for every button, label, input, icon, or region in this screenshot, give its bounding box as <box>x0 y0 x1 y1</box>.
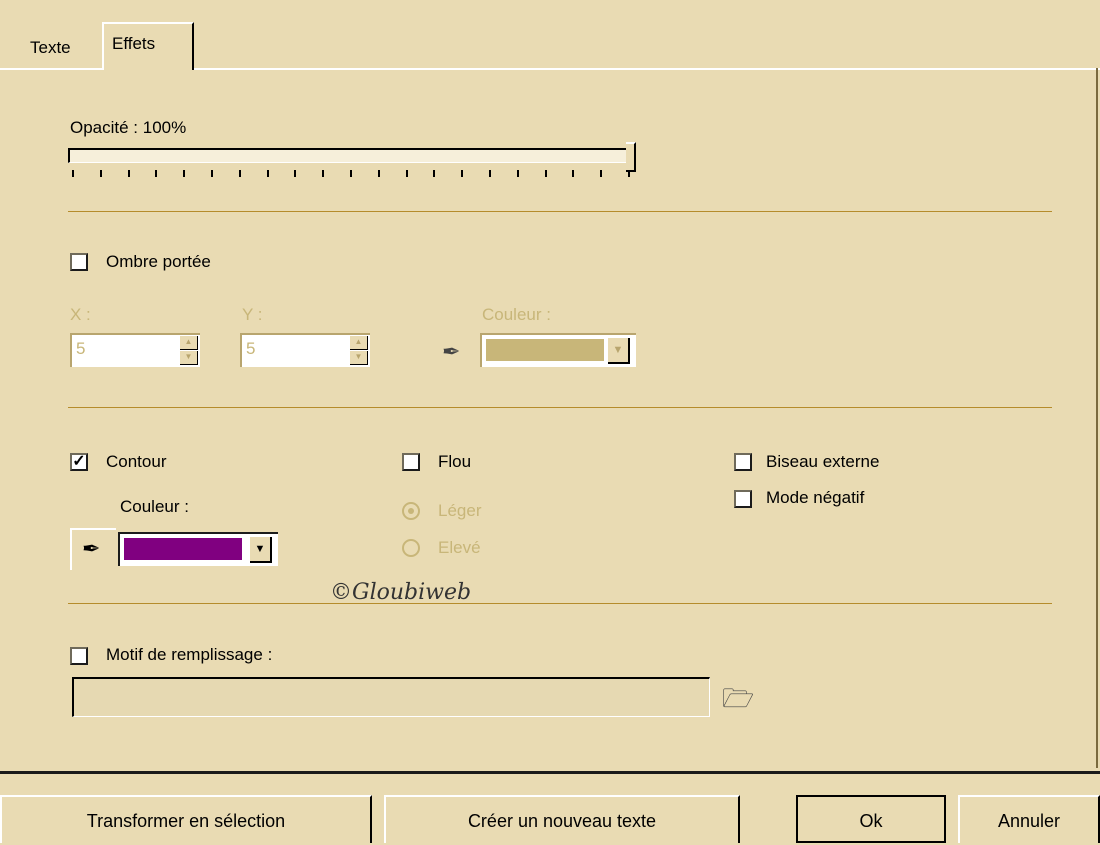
slider-tick <box>572 170 575 177</box>
shadow-y-spinner[interactable]: 5 ▲ ▼ <box>240 333 370 367</box>
blur-light-radio[interactable] <box>402 502 420 520</box>
shadow-y-down-arrow-icon[interactable]: ▼ <box>350 351 368 365</box>
drop-shadow-label: Ombre portée <box>106 252 211 271</box>
slider-tick <box>544 170 547 177</box>
slider-tick <box>600 170 603 177</box>
slider-tick <box>628 170 630 177</box>
blur-light-label: Léger <box>438 501 482 520</box>
contour-eyedropper-icon: ✒ <box>82 536 101 561</box>
shadow-y-up-arrow-icon[interactable]: ▲ <box>350 336 368 350</box>
contour-checkbox[interactable]: ✓ <box>70 453 88 471</box>
tab-texte[interactable]: Texte <box>22 30 106 68</box>
folder-open-icon[interactable]: 🗁 <box>722 680 754 724</box>
slider-tick <box>183 170 186 177</box>
separator <box>68 603 1052 604</box>
slider-tick <box>155 170 158 177</box>
panel-border <box>1096 68 1098 768</box>
shadow-x-value: 5 <box>76 339 86 358</box>
negative-mode-label: Mode négatif <box>766 488 865 507</box>
contour-eyedropper-button[interactable]: ✒ <box>70 528 116 570</box>
slider-tick <box>266 170 269 177</box>
contour-color-dropdown-icon[interactable]: ▼ <box>250 537 272 563</box>
opacity-slider-track[interactable] <box>68 148 636 163</box>
bevel-checkbox[interactable] <box>734 453 752 471</box>
shadow-y-label: Y : <box>242 305 263 324</box>
drop-shadow-checkbox[interactable] <box>70 253 88 271</box>
slider-tick <box>211 170 213 177</box>
shadow-x-spinner[interactable]: 5 ▲ ▼ <box>70 333 200 367</box>
shadow-color-picker[interactable]: ▼ <box>480 333 636 367</box>
cancel-button[interactable]: Annuler <box>958 795 1100 843</box>
contour-label: Contour <box>106 452 167 471</box>
slider-tick <box>238 170 241 177</box>
blur-high-radio[interactable] <box>402 539 420 557</box>
fill-pattern-label: Motif de remplissage : <box>106 645 273 664</box>
fill-pattern-checkbox[interactable] <box>70 647 88 665</box>
tab-effets[interactable]: Effets <box>102 22 194 70</box>
opacity-slider-ticks <box>72 170 632 182</box>
bevel-label: Biseau externe <box>766 452 880 471</box>
new-text-button[interactable]: Créer un nouveau texte <box>384 795 740 843</box>
slider-tick <box>350 170 352 177</box>
slider-tick <box>127 170 130 177</box>
contour-color-label: Couleur : <box>120 497 189 516</box>
watermark: ©Gloubiweb <box>330 580 472 605</box>
shadow-color-swatch <box>486 339 604 361</box>
negative-mode-checkbox[interactable] <box>734 490 752 508</box>
blur-checkbox[interactable] <box>402 453 420 471</box>
slider-tick <box>433 170 436 177</box>
transform-selection-button[interactable]: Transformer en sélection <box>0 795 372 843</box>
blur-label: Flou <box>438 452 472 471</box>
opacity-slider-thumb[interactable] <box>626 142 636 172</box>
fill-pattern-path-input[interactable] <box>72 677 710 717</box>
shadow-x-down-arrow-icon[interactable]: ▼ <box>180 351 198 365</box>
shadow-color-label: Couleur : <box>482 305 551 324</box>
shadow-eyedropper-icon[interactable]: ✒ <box>442 339 460 365</box>
shadow-y-value: 5 <box>246 339 256 358</box>
separator <box>68 407 1052 408</box>
slider-tick <box>322 170 325 177</box>
slider-tick <box>405 170 408 177</box>
slider-tick <box>461 170 464 177</box>
slider-tick <box>516 170 519 177</box>
shadow-x-up-arrow-icon[interactable]: ▲ <box>180 336 198 350</box>
separator <box>68 211 1052 212</box>
shadow-x-label: X : <box>70 305 91 324</box>
bottom-divider <box>0 771 1100 774</box>
ok-button[interactable]: Ok <box>796 795 946 843</box>
blur-high-label: Elevé <box>438 538 481 557</box>
slider-tick <box>377 170 380 177</box>
contour-color-picker[interactable]: ▼ <box>118 532 278 566</box>
slider-tick <box>99 170 102 177</box>
opacity-label: Opacité : 100% <box>70 118 187 137</box>
contour-color-swatch <box>124 538 242 560</box>
shadow-color-dropdown-icon[interactable]: ▼ <box>608 338 630 364</box>
slider-tick <box>489 170 491 177</box>
slider-tick <box>72 170 74 177</box>
slider-tick <box>294 170 297 177</box>
